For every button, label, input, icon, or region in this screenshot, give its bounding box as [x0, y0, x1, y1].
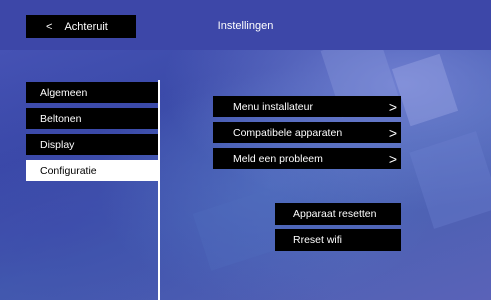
sidebar-item-label: Algemeen: [40, 86, 88, 99]
sidebar-divider: [158, 80, 160, 300]
menu-item-label: Compatibele apparaten: [233, 126, 343, 139]
menu-item-label: Meld een probleem: [233, 152, 323, 165]
sidebar-item-label: Display: [40, 138, 75, 151]
chevron-right-icon: >: [388, 150, 397, 167]
meld-een-probleem-button[interactable]: Meld een probleem >: [213, 148, 401, 169]
sidebar-item-label: Configuratie: [40, 164, 97, 177]
sidebar-item-label: Beltonen: [40, 112, 82, 125]
action-button-label: Rreset wifi: [293, 234, 343, 246]
background-shape: [192, 189, 288, 271]
menu-installateur-button[interactable]: Menu installateur >: [213, 96, 401, 117]
action-button-label: Apparaat resetten: [293, 208, 377, 220]
background-shape: [391, 53, 459, 127]
compatibele-apparaten-button[interactable]: Compatibele apparaten >: [213, 122, 401, 143]
background-shape: [409, 131, 491, 229]
sidebar-item-configuratie[interactable]: Configuratie: [26, 160, 158, 181]
menu-item-label: Menu installateur: [233, 100, 313, 113]
apparaat-resetten-button[interactable]: Apparaat resetten: [275, 203, 401, 225]
chevron-right-icon: >: [388, 98, 397, 115]
page-title: Instellingen: [217, 20, 274, 32]
header-bar: < Achteruit Instellingen: [0, 0, 491, 50]
reset-wifi-button[interactable]: Rreset wifi: [275, 229, 401, 251]
chevron-right-icon: >: [388, 124, 397, 141]
sidebar-item-beltonen[interactable]: Beltonen: [26, 108, 158, 129]
sidebar-item-display[interactable]: Display: [26, 134, 158, 155]
sidebar-item-algemeen[interactable]: Algemeen: [26, 82, 158, 103]
